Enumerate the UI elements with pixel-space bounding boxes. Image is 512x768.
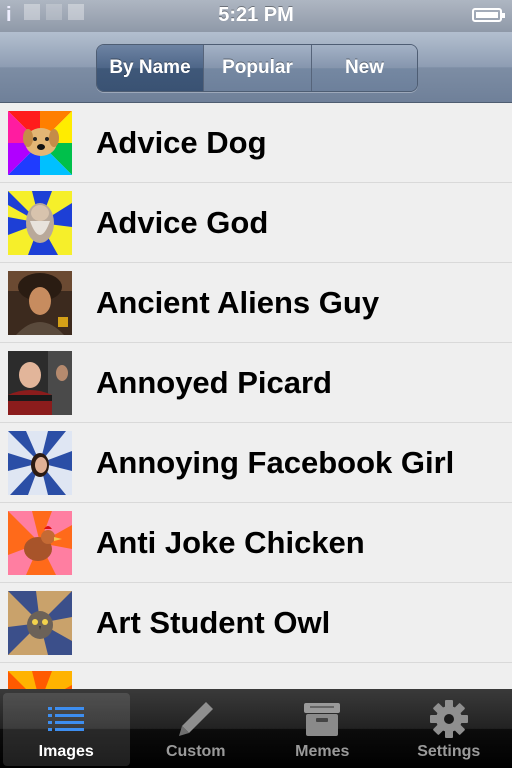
gear-icon xyxy=(429,697,469,741)
pencil-icon xyxy=(176,697,216,741)
tab-label: Images xyxy=(38,743,94,760)
list-item-label: Advice Dog xyxy=(96,125,267,160)
art-student-owl-thumbnail xyxy=(8,591,72,655)
tab-label: Settings xyxy=(417,743,481,760)
navigation-bar: By Name Popular New xyxy=(0,32,512,103)
segment-new[interactable]: New xyxy=(311,45,417,91)
advice-god-thumbnail xyxy=(8,191,72,255)
partial-meme-thumbnail xyxy=(8,671,72,689)
list-item[interactable]: Annoying Facebook Girl xyxy=(0,423,512,503)
list-item-label: Annoying Facebook Girl xyxy=(96,445,455,480)
tab-bar: Images Custom Memes Settings xyxy=(0,689,512,768)
list-item-label: Anti Joke Chicken xyxy=(96,525,365,560)
archive-box-icon xyxy=(302,697,342,741)
tab-label: Memes xyxy=(295,743,350,760)
anti-joke-chicken-thumbnail xyxy=(8,511,72,575)
list-item[interactable]: Art Student Owl xyxy=(0,583,512,663)
list-item-label: Art Student Owl xyxy=(96,605,331,640)
list-icon xyxy=(48,697,85,741)
tab-memes[interactable]: Memes xyxy=(259,689,386,768)
list-item[interactable] xyxy=(0,663,512,689)
list-item-label: Ancient Aliens Guy xyxy=(96,285,380,320)
annoyed-picard-thumbnail xyxy=(8,351,72,415)
list-item[interactable]: Ancient Aliens Guy xyxy=(0,263,512,343)
list-item[interactable]: Advice Dog xyxy=(0,103,512,183)
list-item-label: Advice God xyxy=(96,205,269,240)
list-item[interactable]: Advice God xyxy=(0,183,512,263)
battery-icon xyxy=(472,8,505,22)
segment-by-name[interactable]: By Name xyxy=(97,45,203,91)
advice-dog-thumbnail xyxy=(8,111,72,175)
meme-list[interactable]: Advice Dog Advice God Ancient Aliens Guy… xyxy=(0,103,512,689)
sort-segmented-control: By Name Popular New xyxy=(96,44,418,92)
status-bar: i 5:21 PM xyxy=(0,0,512,32)
list-item-label: Annoyed Picard xyxy=(96,365,332,400)
tab-images[interactable]: Images xyxy=(3,693,130,766)
tab-label: Custom xyxy=(165,743,226,760)
list-item[interactable]: Annoyed Picard xyxy=(0,343,512,423)
ancient-aliens-guy-thumbnail xyxy=(8,271,72,335)
list-item[interactable]: Anti Joke Chicken xyxy=(0,503,512,583)
segment-popular[interactable]: Popular xyxy=(203,45,311,91)
annoying-facebook-girl-thumbnail xyxy=(8,431,72,495)
status-time: 5:21 PM xyxy=(218,4,294,26)
tab-custom[interactable]: Custom xyxy=(133,689,260,768)
tab-settings[interactable]: Settings xyxy=(386,689,512,768)
